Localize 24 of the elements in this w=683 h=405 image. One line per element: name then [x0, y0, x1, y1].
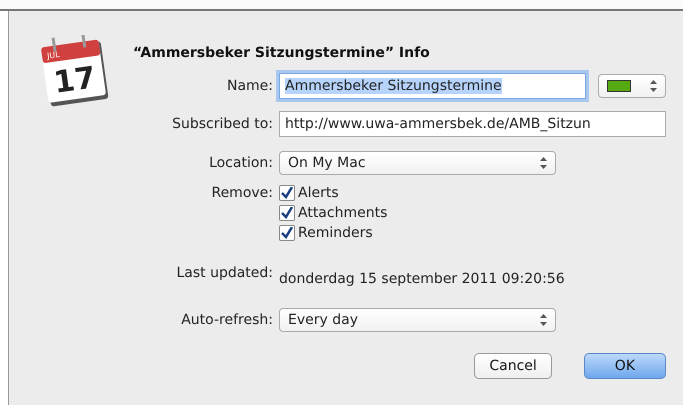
checkbox[interactable] — [279, 205, 295, 221]
location-popup[interactable]: On My Mac — [279, 151, 556, 175]
field-label: Auto-refresh: — [180, 312, 273, 328]
url-field[interactable]: http://www.uwa-ammersbek.de/AMB_Sitzun — [279, 111, 666, 137]
field-label: Name: — [226, 78, 273, 94]
name-field[interactable]: Ammersbeker Sitzungstermine — [279, 73, 586, 99]
field-label: Location: — [208, 155, 273, 171]
refresh-popup[interactable]: Every day — [279, 308, 556, 332]
last-updated-value: donderdag 15 september 2011 09:20:56 — [279, 271, 565, 287]
button[interactable]: Cancel — [474, 353, 552, 379]
field-label: Remove: — [210, 184, 273, 201]
checkbox-label: Reminders — [298, 225, 373, 241]
updown-arrows-icon — [650, 80, 657, 92]
checkbox-label: Alerts — [298, 185, 339, 201]
checkbox[interactable] — [279, 225, 295, 241]
field-label: Last updated: — [175, 265, 273, 281]
color-popup[interactable] — [598, 74, 666, 98]
field-label: Subscribed to: — [171, 116, 273, 132]
dialog-title: “Ammersbeker Sitzungstermine” Info — [133, 45, 431, 61]
checkbox-label: Attachments — [298, 205, 388, 221]
updown-arrows-icon — [540, 157, 547, 169]
checkbox[interactable] — [279, 185, 295, 201]
default-button[interactable]: OK — [584, 353, 666, 379]
updown-arrows-icon — [540, 314, 547, 326]
